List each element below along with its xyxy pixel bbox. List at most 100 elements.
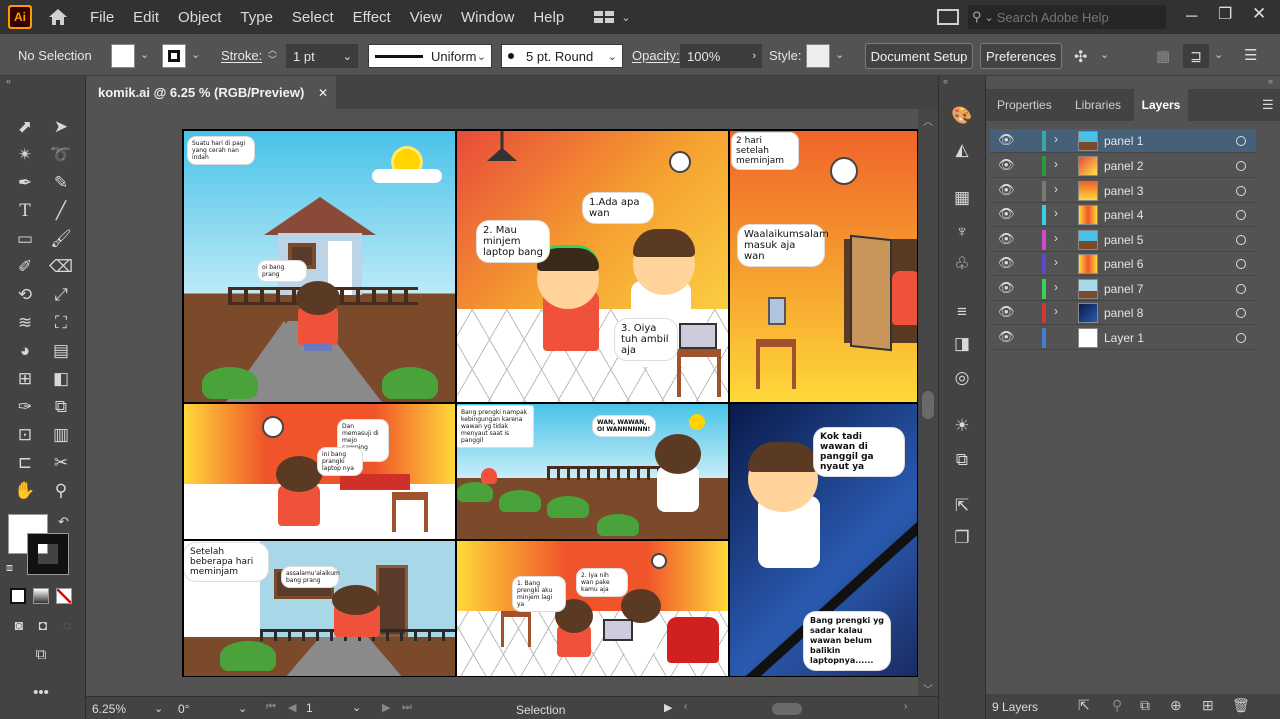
direct-selection-tool-icon[interactable]: ➤ xyxy=(48,115,74,139)
stroke-swatch[interactable] xyxy=(162,44,186,68)
layer-name[interactable]: panel 4 xyxy=(1104,208,1143,222)
stroke-color-swatch[interactable] xyxy=(27,533,69,575)
visibility-eye-icon[interactable]: 👁 xyxy=(998,182,1015,198)
visibility-eye-icon[interactable]: 👁 xyxy=(998,157,1015,173)
tab-libraries[interactable]: Libraries xyxy=(1075,98,1121,112)
vertical-scrollbar[interactable]: ︿ ﹀ xyxy=(918,109,938,696)
artboard-tool-icon[interactable]: ⊏ xyxy=(12,451,38,475)
scroll-right-icon[interactable]: › xyxy=(904,701,907,712)
previous-artboard-icon[interactable]: ◀ xyxy=(288,701,296,714)
layer-name[interactable]: panel 5 xyxy=(1104,233,1143,247)
symbols-panel-icon[interactable]: ♧ xyxy=(949,252,975,276)
target-icon[interactable] xyxy=(1236,186,1246,196)
expand-layer-icon[interactable]: › xyxy=(1054,280,1058,294)
expand-layer-icon[interactable]: › xyxy=(1054,304,1058,318)
gradient-tool-icon[interactable]: ◧ xyxy=(48,367,74,391)
selection-tool-icon[interactable]: ⬈ xyxy=(12,115,38,139)
swap-colors-icon[interactable]: ↶ xyxy=(58,514,69,530)
menu-view[interactable]: View xyxy=(410,9,442,26)
scroll-up-icon[interactable]: ︿ xyxy=(923,113,933,128)
layer-name[interactable]: Layer 1 xyxy=(1104,331,1144,345)
expand-layer-icon[interactable]: › xyxy=(1054,182,1058,196)
target-icon[interactable] xyxy=(1236,333,1246,343)
visibility-eye-icon[interactable]: 👁 xyxy=(998,280,1015,296)
new-layer-icon[interactable]: ⊞ xyxy=(1202,697,1214,714)
expand-layer-icon[interactable]: › xyxy=(1054,255,1058,269)
restore-button[interactable]: ❐ xyxy=(1218,4,1232,24)
gradient-panel-icon[interactable]: ◨ xyxy=(949,332,975,356)
rotate-tool-icon[interactable]: ⟲ xyxy=(12,283,38,307)
layer-row[interactable]: 👁 › panel 7 xyxy=(990,277,1256,301)
layer-row[interactable]: 👁 › panel 6 xyxy=(990,252,1256,276)
opacity-label[interactable]: Opacity: xyxy=(632,48,680,63)
target-icon[interactable] xyxy=(1236,161,1246,171)
minimize-button[interactable]: ─ xyxy=(1186,8,1197,26)
free-transform-tool-icon[interactable]: ⛶ xyxy=(48,311,74,335)
layer-row[interactable]: 👁 › panel 1 xyxy=(990,129,1256,153)
toolbar-collapse-icon[interactable]: « xyxy=(6,76,11,86)
stroke-swatch-dropdown-icon[interactable]: ⌄ xyxy=(191,48,200,61)
lasso-tool-icon[interactable]: ➰ xyxy=(48,143,74,167)
color-guide-icon[interactable]: ◭ xyxy=(949,138,975,162)
appearance-panel-icon[interactable]: ☀ xyxy=(949,414,975,438)
tab-layers[interactable]: Layers xyxy=(1134,89,1188,121)
mesh-tool-icon[interactable]: ⊞ xyxy=(12,367,38,391)
layer-row[interactable]: 👁 › panel 5 xyxy=(990,228,1256,252)
target-icon[interactable] xyxy=(1236,136,1246,146)
visibility-eye-icon[interactable]: 👁 xyxy=(998,255,1015,271)
color-mode-icon[interactable] xyxy=(10,588,26,604)
none-mode-icon[interactable] xyxy=(56,588,72,604)
brushes-panel-icon[interactable]: ♆ xyxy=(949,220,975,244)
layer-name[interactable]: panel 3 xyxy=(1104,184,1143,198)
type-tool-icon[interactable]: T xyxy=(12,199,38,223)
graph-tool-icon[interactable]: ▥ xyxy=(48,423,74,447)
close-window-button[interactable]: ✕ xyxy=(1252,4,1266,24)
menu-window[interactable]: Window xyxy=(461,9,514,26)
perspective-grid-tool-icon[interactable]: ▤ xyxy=(48,339,74,363)
eyedropper-tool-icon[interactable]: ✑ xyxy=(12,395,38,419)
home-icon[interactable] xyxy=(46,7,70,27)
graphic-styles-panel-icon[interactable]: ⧉ xyxy=(949,448,975,472)
export-icon[interactable]: ⇱ xyxy=(1078,697,1090,714)
line-tool-icon[interactable]: ╱ xyxy=(48,199,74,223)
menu-select[interactable]: Select xyxy=(292,9,334,26)
layer-row[interactable]: 👁 › panel 4 xyxy=(990,203,1256,227)
target-icon[interactable] xyxy=(1236,235,1246,245)
layer-name[interactable]: panel 2 xyxy=(1104,159,1143,173)
visibility-eye-icon[interactable]: 👁 xyxy=(998,132,1015,148)
tab-properties[interactable]: Properties xyxy=(997,98,1052,112)
menu-object[interactable]: Object xyxy=(178,9,221,26)
zoom-level-field[interactable]: 6.25% ⌄ xyxy=(92,702,168,716)
target-icon[interactable] xyxy=(1236,308,1246,318)
eraser-tool-icon[interactable]: ⌫ xyxy=(48,255,74,279)
magic-wand-tool-icon[interactable]: ✴ xyxy=(12,143,38,167)
fill-swatch[interactable] xyxy=(111,44,135,68)
panel-menu-icon[interactable]: ☰ xyxy=(1244,46,1257,64)
expand-layer-icon[interactable]: › xyxy=(1054,157,1058,171)
slice-tool-icon[interactable]: ✂ xyxy=(48,451,74,475)
color-panel-icon[interactable]: 🎨 xyxy=(949,104,975,128)
brush-definition[interactable]: 5 pt. Round ⌄ xyxy=(501,44,623,68)
arrange-documents-icon[interactable] xyxy=(937,9,959,25)
export-panel-icon[interactable]: ⇱ xyxy=(949,494,975,518)
menu-edit[interactable]: Edit xyxy=(133,9,159,26)
scroll-down-icon[interactable]: ﹀ xyxy=(923,681,933,696)
style-dropdown-icon[interactable]: ⌄ xyxy=(835,48,844,61)
rotation-field[interactable]: 0° ⌄ xyxy=(178,702,250,716)
paintbrush-tool-icon[interactable]: 🖌 xyxy=(48,227,74,251)
horizontal-scrollbar[interactable]: ‹ › xyxy=(682,701,918,716)
menu-file[interactable]: File xyxy=(90,9,114,26)
expand-layer-icon[interactable]: › xyxy=(1054,132,1058,146)
gradient-mode-icon[interactable] xyxy=(33,588,49,604)
graphic-style-swatch[interactable] xyxy=(806,44,830,68)
menu-type[interactable]: Type xyxy=(240,9,273,26)
artboard-number-field[interactable]: 1 ⌄ xyxy=(306,701,366,715)
stroke-label[interactable]: Stroke: xyxy=(221,48,262,63)
dock-collapse-icon[interactable]: « xyxy=(943,76,948,86)
isolate-dropdown-icon[interactable]: ⌄ xyxy=(1214,48,1223,61)
layers-collapse-icon[interactable]: » xyxy=(1268,76,1273,86)
last-artboard-icon[interactable]: ⏭ xyxy=(402,701,412,714)
target-icon[interactable] xyxy=(1236,210,1246,220)
layer-name[interactable]: panel 8 xyxy=(1104,306,1143,320)
stroke-weight-field[interactable]: 1 pt ⌄ xyxy=(286,44,358,68)
